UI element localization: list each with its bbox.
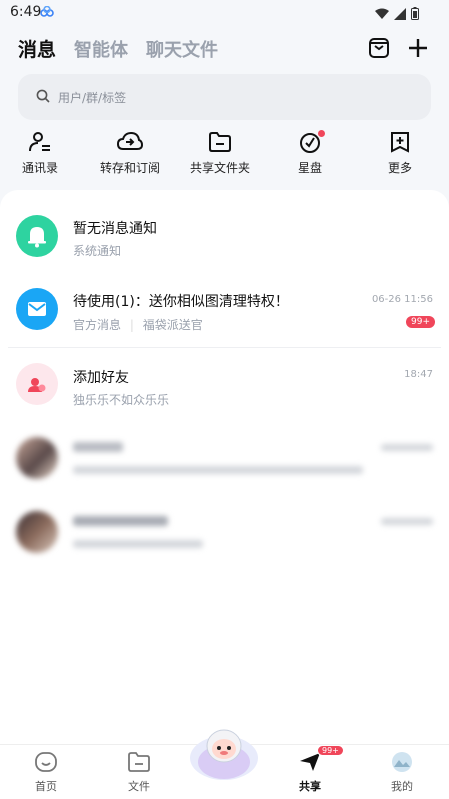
- nav-home[interactable]: 首页: [16, 751, 76, 794]
- blurred-time: [381, 444, 433, 451]
- message-time: 06-26 11:56: [371, 294, 433, 305]
- notification-dot: [318, 130, 325, 137]
- profile-icon: [392, 752, 412, 772]
- blurred-subtitle: [73, 466, 363, 474]
- nav-label: 文件: [128, 780, 150, 793]
- nav-label: 首页: [35, 780, 57, 793]
- message-title: 待使用(1)：送你相似图清理特权！: [73, 294, 289, 310]
- list-item-system-notice[interactable]: 暂无消息通知 系统通知: [0, 202, 449, 272]
- avatar: [16, 288, 58, 330]
- mail-icon: [28, 302, 46, 316]
- signal-icon: [393, 8, 406, 20]
- shortcut-contacts[interactable]: 通讯录: [0, 128, 85, 176]
- message-subtitle: 独乐乐不如众乐乐: [73, 393, 170, 407]
- contacts-icon: [29, 132, 50, 152]
- search-bar[interactable]: 用户/群/标签: [18, 74, 431, 120]
- message-time: 18:47: [404, 369, 433, 380]
- nav-files[interactable]: 文件: [109, 751, 169, 794]
- tab-chat-files[interactable]: 聊天文件: [146, 36, 218, 62]
- mascot-button-icon[interactable]: [188, 722, 260, 782]
- shortcut-shared-folder[interactable]: 共享文件夹: [175, 128, 265, 176]
- blurred-subtitle: [73, 540, 203, 548]
- list-item-official[interactable]: 待使用(1)：送你相似图清理特权！ 官方消息 | 福袋派送官 06-26 11:…: [0, 274, 449, 344]
- message-source: 官方消息: [73, 318, 122, 332]
- shortcut-label: 通讯录: [21, 161, 58, 175]
- tab-messages[interactable]: 消息: [18, 35, 56, 62]
- nav-profile[interactable]: 我的: [372, 751, 432, 794]
- separator: |: [129, 318, 134, 332]
- avatar: [16, 363, 58, 405]
- avatar: [16, 437, 58, 479]
- shortcut-label: 更多: [387, 161, 412, 175]
- shortcut-transfer[interactable]: 转存和订阅: [85, 128, 175, 176]
- shortcut-more[interactable]: 更多: [355, 128, 445, 176]
- app-logo-icon: [40, 6, 54, 17]
- more-icon: [391, 132, 409, 153]
- shortcut-star-disk[interactable]: 星盘: [265, 128, 355, 176]
- add-friend-icon: [28, 378, 46, 392]
- status-time: 6:49: [10, 4, 42, 20]
- message-sender: 福袋派送官: [142, 318, 203, 332]
- divider: [8, 347, 441, 348]
- message-title: 暂无消息通知: [73, 221, 157, 237]
- list-item-blurred-chat[interactable]: [0, 424, 449, 494]
- blurred-title: [73, 516, 168, 526]
- top-tabs: 消息 智能体 聊天文件: [18, 36, 236, 62]
- blurred-time: [381, 518, 433, 525]
- list-item-add-friend[interactable]: 添加好友 独乐乐不如众乐乐 18:47: [0, 350, 449, 420]
- list-item-blurred-group[interactable]: [0, 498, 449, 568]
- message-subtitle: 系统通知: [73, 244, 122, 258]
- search-placeholder: 用户/群/标签: [58, 91, 127, 105]
- nav-share[interactable]: 共享: [280, 751, 340, 794]
- add-icon[interactable]: [406, 36, 430, 60]
- system-icons: [374, 5, 419, 24]
- message-subtitle: 官方消息 | 福袋派送官: [73, 316, 203, 333]
- shortcut-label: 共享文件夹: [189, 161, 250, 175]
- shared-folder-icon: [209, 132, 231, 152]
- status-bar: 6:49: [0, 0, 449, 26]
- nav-label: 我的: [391, 780, 413, 793]
- avatar: [16, 511, 58, 553]
- shortcut-label: 转存和订阅: [99, 161, 160, 175]
- search-icon: [36, 89, 50, 103]
- battery-icon: [411, 7, 419, 20]
- bell-icon: [28, 227, 46, 248]
- nav-label: 共享: [299, 780, 321, 793]
- message-list: 暂无消息通知 系统通知 待使用(1)：送你相似图清理特权！ 官方消息 | 福袋派…: [0, 190, 449, 745]
- folder-icon: [128, 752, 150, 772]
- inbox-icon[interactable]: [367, 36, 391, 60]
- share-badge: 99+: [317, 745, 344, 756]
- home-icon: [35, 752, 57, 772]
- tab-agents[interactable]: 智能体: [74, 36, 128, 62]
- blurred-title: [73, 442, 123, 452]
- cloud-transfer-icon: [117, 131, 143, 150]
- shortcut-label: 星盘: [297, 161, 322, 175]
- wifi-icon: [374, 8, 389, 19]
- unread-badge: 99+: [406, 316, 435, 328]
- avatar: [16, 215, 58, 257]
- shortcut-row: 通讯录 转存和订阅 共享文件夹 星盘 更多: [0, 128, 449, 180]
- message-title: 添加好友: [73, 370, 129, 386]
